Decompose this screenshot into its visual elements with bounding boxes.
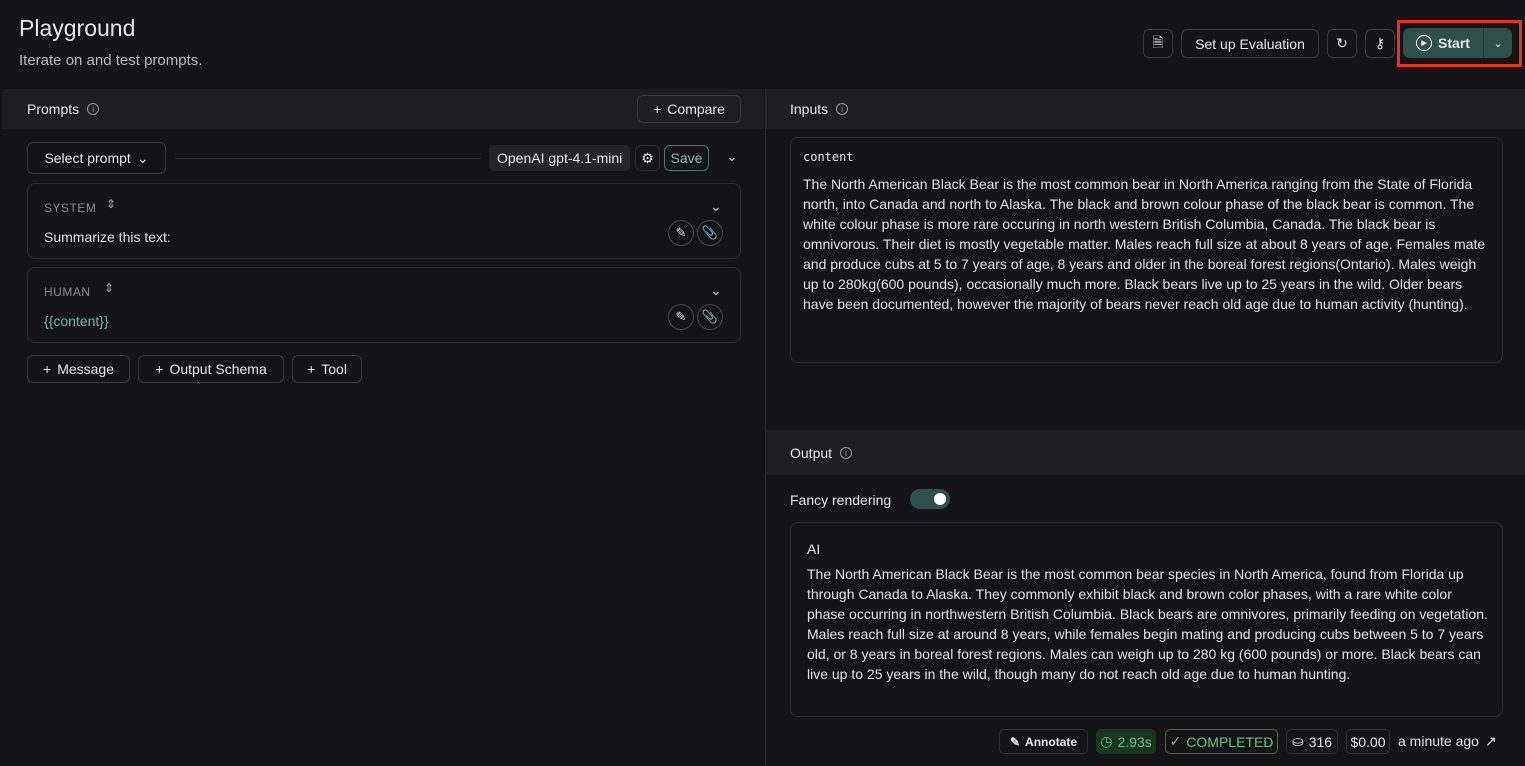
magic-wand-icon[interactable]: ✎ bbox=[668, 304, 694, 330]
prompts-title: Prompts bbox=[27, 101, 80, 117]
output-role: AI bbox=[807, 541, 821, 557]
clock-icon: ◷ bbox=[1100, 733, 1113, 749]
role-label: HUMAN bbox=[44, 285, 91, 299]
external-link-icon[interactable]: ↗ bbox=[1485, 733, 1497, 750]
collapse-chevron-icon[interactable]: ⌄ bbox=[726, 148, 738, 165]
select-prompt-dropdown[interactable]: Select prompt ⌄ bbox=[27, 142, 166, 174]
save-label: Save bbox=[670, 150, 703, 166]
select-prompt-label: Select prompt bbox=[44, 150, 131, 166]
page-subtitle: Iterate on and test prompts. bbox=[19, 52, 203, 69]
paperclip-icon[interactable]: 📎 bbox=[697, 304, 723, 330]
panel-divider bbox=[765, 89, 766, 766]
annotate-button[interactable]: ✎ Annotate bbox=[999, 729, 1088, 754]
fancy-rendering-toggle[interactable] bbox=[910, 489, 950, 509]
document-icon: 🗎 bbox=[1152, 33, 1164, 50]
start-button-group: ▶ Start ⌄ bbox=[1403, 28, 1512, 58]
gear-icon: ⚙ bbox=[641, 149, 654, 166]
save-button[interactable]: Save bbox=[664, 145, 709, 171]
role-label: SYSTEM bbox=[44, 201, 97, 215]
pencil-icon: ✎ bbox=[1009, 734, 1021, 749]
check-circle-icon: ✓ bbox=[1169, 733, 1182, 749]
paperclip-icon[interactable]: 📎 bbox=[697, 220, 723, 246]
divider-line bbox=[175, 158, 481, 159]
output-text: The North American Black Bear is the mos… bbox=[807, 566, 1488, 682]
inputs-header: Inputs i bbox=[766, 89, 1525, 129]
compare-label: Compare bbox=[667, 101, 725, 117]
input-content-card[interactable]: content The North American Black Bear is… bbox=[790, 137, 1503, 363]
start-button[interactable]: ▶ Start bbox=[1403, 28, 1484, 58]
chevron-down-icon: ⌄ bbox=[136, 149, 149, 166]
compare-button[interactable]: + Compare bbox=[637, 95, 741, 123]
role-toggle-icon[interactable]: ⇕ bbox=[106, 197, 116, 211]
latency-badge: ◷ 2.93s bbox=[1096, 729, 1156, 754]
cost-badge: $0.00 bbox=[1346, 729, 1390, 754]
role-toggle-icon[interactable]: ⇕ bbox=[104, 281, 114, 295]
message-text[interactable]: Summarize this text: bbox=[44, 227, 171, 247]
input-key: content bbox=[803, 150, 854, 164]
tokens-badge: ⛀ 316 bbox=[1286, 729, 1338, 754]
start-label: Start bbox=[1438, 35, 1470, 51]
coins-icon: ⛀ bbox=[1291, 733, 1304, 749]
message-text[interactable]: {{content}} bbox=[44, 311, 109, 331]
chevron-down-icon[interactable]: ⌄ bbox=[710, 282, 722, 299]
info-icon: i bbox=[87, 103, 100, 115]
start-dropdown-button[interactable]: ⌄ bbox=[1484, 28, 1512, 58]
status-badge: ✓ COMPLETED bbox=[1165, 729, 1278, 754]
model-selector[interactable]: OpenAI gpt-4.1-mini bbox=[489, 145, 631, 171]
fancy-rendering-label: Fancy rendering bbox=[790, 492, 892, 508]
input-value[interactable]: The North American Black Bear is the mos… bbox=[803, 174, 1493, 314]
timestamp-value: a minute ago bbox=[1398, 733, 1479, 749]
refresh-button[interactable]: ↻ bbox=[1327, 29, 1357, 58]
setup-evaluation-button[interactable]: Set up Evaluation bbox=[1181, 29, 1319, 58]
page-title: Playground bbox=[19, 15, 136, 41]
tokens-value: 316 bbox=[1308, 733, 1333, 750]
output-title: Output bbox=[790, 444, 833, 461]
model-settings-button[interactable]: ⚙ bbox=[635, 145, 660, 171]
add-tool-button[interactable]: + Tool bbox=[292, 355, 362, 383]
add-message-button[interactable]: + Message bbox=[27, 355, 130, 383]
refresh-icon: ↻ bbox=[1336, 35, 1348, 51]
chevron-down-icon[interactable]: ⌄ bbox=[710, 198, 722, 215]
info-icon: i bbox=[840, 446, 853, 459]
key-button[interactable]: ⚷ bbox=[1365, 29, 1395, 58]
add-tool-label: Tool bbox=[321, 361, 347, 377]
magic-wand-icon[interactable]: ✎ bbox=[668, 220, 694, 246]
add-output-schema-button[interactable]: + Output Schema bbox=[138, 355, 284, 383]
output-header: Output i bbox=[766, 430, 1525, 475]
info-icon: i bbox=[836, 103, 849, 115]
output-card: AI The North American Black Bear is the … bbox=[790, 522, 1503, 717]
status-value: COMPLETED bbox=[1186, 733, 1274, 750]
setup-evaluation-label: Set up Evaluation bbox=[1195, 35, 1305, 52]
message-human: HUMAN ⇕ {{content}} ⌄ ✎ 📎 bbox=[27, 267, 741, 343]
annotate-label: Annotate bbox=[1025, 734, 1078, 749]
timestamp: a minute ago ↗ bbox=[1398, 733, 1497, 750]
add-schema-label: Output Schema bbox=[169, 361, 267, 377]
add-message-label: Message bbox=[57, 361, 114, 377]
inputs-title: Inputs bbox=[790, 101, 829, 117]
key-icon: ⚷ bbox=[1374, 35, 1386, 51]
docs-button[interactable]: 🗎 bbox=[1143, 29, 1173, 58]
play-icon: ▶ bbox=[1416, 35, 1433, 51]
latency-value: 2.93s bbox=[1117, 733, 1152, 750]
message-system: SYSTEM ⇕ Summarize this text: ⌄ ✎ 📎 bbox=[27, 183, 741, 259]
